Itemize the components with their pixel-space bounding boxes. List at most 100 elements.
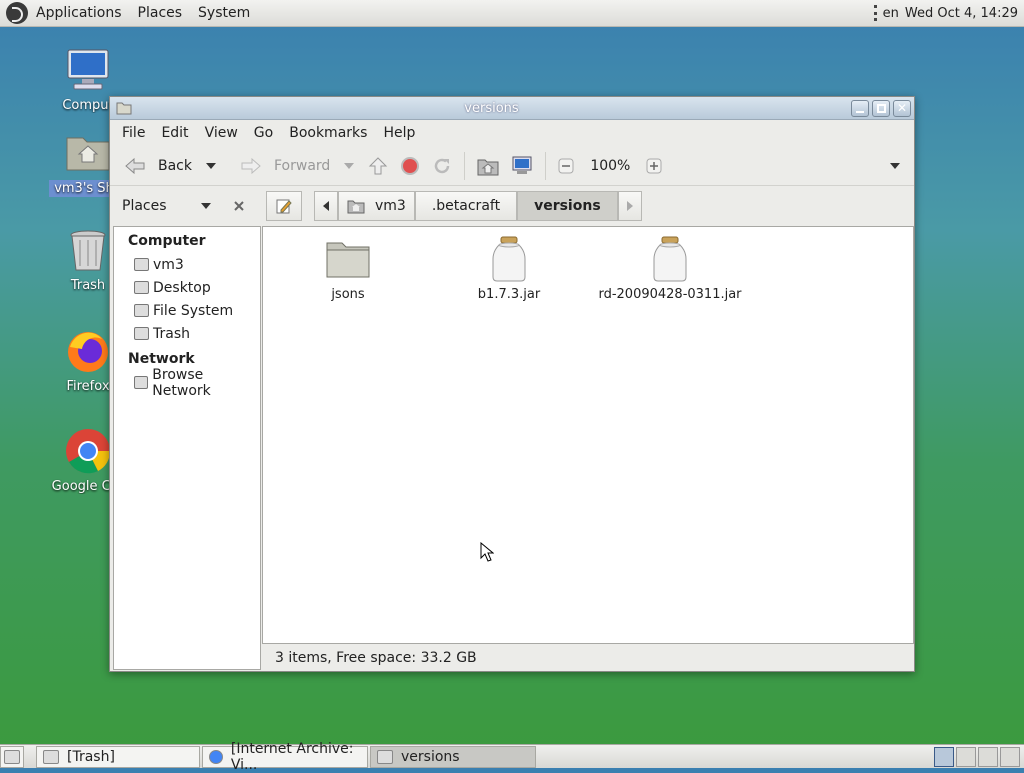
bottom-panel: [Trash] [Internet Archive: Vi... version… xyxy=(0,741,1024,773)
home-folder-icon xyxy=(66,137,110,171)
computer-button[interactable] xyxy=(505,150,539,182)
home-folder-icon xyxy=(134,258,149,271)
menu-go[interactable]: Go xyxy=(246,120,281,146)
menu-places[interactable]: Places xyxy=(130,0,191,27)
workspace-3[interactable] xyxy=(978,746,998,767)
back-label: Back xyxy=(158,157,192,174)
up-button[interactable] xyxy=(362,150,394,182)
jar-icon xyxy=(492,236,526,282)
edit-location-button[interactable] xyxy=(266,191,302,221)
menu-bookmarks[interactable]: Bookmarks xyxy=(281,120,375,146)
taskbar-item-internet-archive[interactable]: [Internet Archive: Vi... xyxy=(202,741,368,773)
chevron-right-icon xyxy=(626,201,633,211)
clock[interactable]: Wed Oct 4, 14:29 xyxy=(905,6,1018,21)
stop-button[interactable] xyxy=(394,150,426,182)
forward-history-dropdown[interactable] xyxy=(336,150,362,182)
chevron-down-icon xyxy=(206,162,216,169)
chevron-down-icon xyxy=(890,162,900,169)
menu-applications[interactable]: Applications xyxy=(28,0,130,27)
computer-icon xyxy=(512,156,532,174)
toolbar-separator xyxy=(545,151,547,180)
keyboard-layout[interactable]: en xyxy=(883,6,899,21)
distro-logo-icon[interactable] xyxy=(6,2,28,24)
back-button[interactable]: Back xyxy=(118,150,198,182)
zoom-in-button[interactable] xyxy=(640,150,668,182)
trash-icon xyxy=(43,749,59,764)
menu-system[interactable]: System xyxy=(190,0,258,27)
sidebar-item-file-system[interactable]: File System xyxy=(114,299,260,322)
file-item-rd-jar[interactable]: rd-20090428-0311.jar xyxy=(595,235,745,302)
location-bar: vm3 .betacraft versions xyxy=(266,186,914,226)
home-button[interactable] xyxy=(471,150,505,182)
taskbar-item-label: [Trash] xyxy=(67,748,115,765)
breadcrumb-scroll-right[interactable] xyxy=(617,191,642,221)
sidebar-selector[interactable]: Places xyxy=(110,186,260,226)
taskbar-item-versions[interactable]: versions xyxy=(370,745,536,768)
menu-edit[interactable]: Edit xyxy=(153,120,196,146)
breadcrumb-label: vm3 xyxy=(375,198,406,214)
sidebar-item-label: vm3 xyxy=(153,256,184,273)
trash-icon xyxy=(70,230,106,271)
sidebar-item-label: File System xyxy=(153,302,234,319)
sidebar-category-computer: Computer xyxy=(128,233,206,249)
zoom-out-icon xyxy=(558,158,574,173)
desktop-folder-icon xyxy=(134,281,149,294)
sidebar-item-browse-network[interactable]: Browse Network xyxy=(114,367,260,399)
chrome-icon xyxy=(209,749,223,764)
file-view[interactable]: jsons b1.7.3.jar rd-20090428-0311.jar xyxy=(262,226,914,644)
back-history-dropdown[interactable] xyxy=(198,150,224,182)
forward-button[interactable]: Forward xyxy=(234,150,336,182)
breadcrumb-versions[interactable]: versions xyxy=(517,191,618,221)
file-item-b1-7-3-jar[interactable]: b1.7.3.jar xyxy=(434,235,584,302)
forward-label: Forward xyxy=(274,157,331,174)
toolbar-overflow-button[interactable] xyxy=(884,150,914,182)
taskbar-item-label: versions xyxy=(401,748,460,765)
sidebar-item-trash[interactable]: Trash xyxy=(114,322,260,345)
menu-help[interactable]: Help xyxy=(375,120,423,146)
jar-icon xyxy=(653,236,687,282)
arrow-up-icon xyxy=(369,156,388,174)
chevron-down-icon xyxy=(344,162,355,169)
home-folder-icon xyxy=(347,200,365,214)
file-item-jsons[interactable]: jsons xyxy=(273,235,423,302)
reload-button[interactable] xyxy=(426,150,458,182)
computer-icon xyxy=(67,49,109,90)
show-desktop-button[interactable] xyxy=(0,745,24,768)
file-name: jsons xyxy=(331,287,365,302)
workspace-4[interactable] xyxy=(1000,746,1020,767)
breadcrumb-betacraft[interactable]: .betacraft xyxy=(414,191,518,221)
zoom-level[interactable]: 100% xyxy=(580,150,640,182)
workspace-2[interactable] xyxy=(956,746,976,767)
breadcrumb-scroll-left[interactable] xyxy=(314,191,338,221)
file-name: b1.7.3.jar xyxy=(477,287,541,302)
folder-icon xyxy=(116,102,132,115)
maximize-button[interactable] xyxy=(872,99,890,117)
status-bar: 3 items, Free space: 33.2 GB xyxy=(275,650,477,666)
menubar: File Edit View Go Bookmarks Help xyxy=(110,120,914,146)
workspace-1[interactable] xyxy=(934,746,954,767)
reload-icon xyxy=(435,158,450,173)
chevron-down-icon xyxy=(200,203,211,209)
minimize-button[interactable] xyxy=(851,99,869,117)
sidebar-selector-label: Places xyxy=(122,198,167,214)
mouse-cursor-icon xyxy=(480,542,494,562)
taskbar-item-trash[interactable]: [Trash] xyxy=(36,745,200,768)
menu-view[interactable]: View xyxy=(197,120,246,146)
trash-icon xyxy=(134,327,149,340)
window-title: versions xyxy=(464,100,519,116)
menu-file[interactable]: File xyxy=(114,120,153,146)
breadcrumb-label: versions xyxy=(534,198,601,214)
close-sidebar-icon[interactable] xyxy=(233,200,245,212)
folder-icon xyxy=(326,242,370,278)
sidebar-item-label: Desktop xyxy=(153,279,211,296)
sidebar-item-vm3[interactable]: vm3 xyxy=(114,253,260,276)
zoom-out-button[interactable] xyxy=(552,150,580,182)
panel-handle-icon xyxy=(873,5,877,21)
breadcrumb-vm3[interactable]: vm3 xyxy=(338,191,415,221)
sidebar-item-desktop[interactable]: Desktop xyxy=(114,276,260,299)
toolbar-separator xyxy=(464,151,466,180)
home-folder-icon xyxy=(477,159,499,175)
sidebar-item-label: Trash xyxy=(153,325,190,342)
window-titlebar[interactable]: versions ✕ xyxy=(110,97,914,120)
close-button[interactable]: ✕ xyxy=(893,99,911,117)
